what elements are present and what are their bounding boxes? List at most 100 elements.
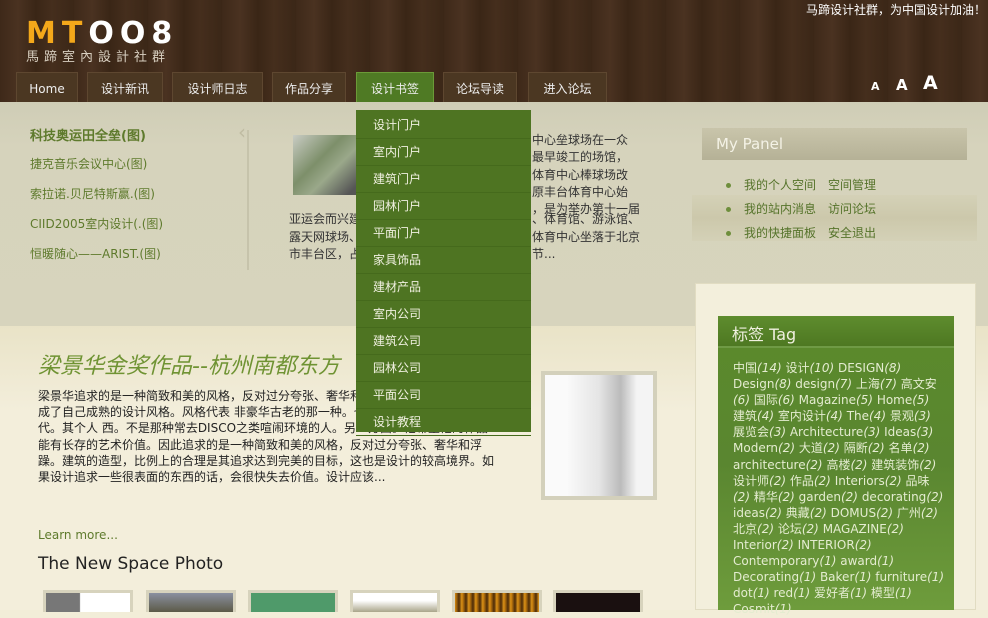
font-size-medium[interactable]: A [896,76,908,94]
tag-link[interactable]: 中国(14) [733,361,782,375]
tag-link[interactable]: garden(2) [799,490,858,504]
tag-link[interactable]: 精华(2) [754,490,795,504]
tag-link[interactable]: design(7) [795,377,852,391]
featured-link[interactable]: 科技奥运田全垒(图) [30,125,146,144]
learn-more-link[interactable]: Learn more... [38,528,118,542]
photo-thumb[interactable] [248,590,338,612]
featured-image[interactable] [293,135,360,195]
nav-works[interactable]: 作品分享 [272,72,346,102]
tag-link[interactable]: 爱好者(1) [814,586,867,600]
panel-link[interactable]: 空间管理 [828,178,876,192]
tag-count: (2) [757,521,775,536]
dropdown-item[interactable]: 建筑门户 [356,166,531,193]
tag-link[interactable]: 论坛(2) [778,522,819,536]
tag-link[interactable]: 室内设计(4) [778,409,843,423]
dropdown-item[interactable]: 设计门户 [356,112,531,139]
tag-link[interactable]: Design(8) [733,377,791,391]
tag-link[interactable]: 模型(1) [871,586,912,600]
logo-subtitle: 馬蹄室內設計社群 [26,50,171,65]
photo-thumb[interactable] [452,590,542,612]
tag-name: design [795,377,836,392]
tag-link[interactable]: Interior(2) [733,538,794,552]
tag-link[interactable]: Interiors(2) [835,474,902,488]
featured-link[interactable]: 索拉诺.贝尼特斯赢.(图) [30,185,155,202]
featured-link[interactable]: CIID2005室内设计(.(图) [30,215,163,232]
photo-thumb[interactable] [146,590,236,612]
nav-forum-guide[interactable]: 论坛导读 [443,72,517,102]
dropdown-item[interactable]: 室内公司 [356,301,531,328]
tag-link[interactable]: Magazine(5) [799,393,873,407]
tag-link[interactable]: 设计(10) [785,361,834,375]
panel-link[interactable]: 安全退出 [828,226,876,240]
dropdown-item[interactable]: 建材产品 [356,274,531,301]
tag-link[interactable]: Ideas(3) [884,425,933,439]
dropdown-item[interactable]: 园林公司 [356,355,531,382]
nav-home[interactable]: Home [16,72,78,102]
tag-link[interactable]: DOMUS(2) [831,506,893,520]
article-title[interactable]: 梁景华金奖作品--杭州南都东方 [38,348,340,380]
tag-link[interactable]: 名单(2) [889,441,930,455]
tag-link[interactable]: decorating(2) [862,490,944,504]
tag-count: (3) [863,425,881,440]
featured-link[interactable]: 捷克音乐会议中心(图) [30,155,147,172]
photo-thumb[interactable] [350,590,440,612]
panel-link[interactable]: 我的快捷面板 [744,226,816,240]
font-size-large[interactable]: A [923,72,938,94]
tag-link[interactable]: Contemporary(1) [733,554,836,568]
tag-link[interactable]: dot(1) [733,586,770,600]
tag-link[interactable]: MAGAZINE(2) [823,522,904,536]
tag-link[interactable]: INTERIOR(2) [798,538,872,552]
tag-link[interactable]: 广州(2) [897,506,938,520]
tag-link[interactable]: 作品(2) [790,474,831,488]
tag-count: (7) [835,377,853,392]
nav-design-news[interactable]: 设计新讯 [87,72,163,102]
dropdown-item[interactable]: 平面门户 [356,220,531,247]
photo-thumb[interactable] [43,590,133,612]
panel-link[interactable]: 我的站内消息 [744,202,816,216]
tag-link[interactable]: 大道(2) [799,441,840,455]
tag-link[interactable]: 高楼(2) [826,458,867,472]
tag-link[interactable]: ideas(2) [733,506,782,520]
tag-link[interactable]: 建筑(4) [733,409,774,423]
chevron-left-icon[interactable]: ‹ [238,120,246,144]
tag-link[interactable]: 设计师(2) [733,474,786,488]
tag-link[interactable]: 展览会(3) [733,425,786,439]
tag-link[interactable]: DESIGN(8) [838,361,901,375]
tag-link[interactable]: Baker(1) [820,570,871,584]
nav-designer-blog[interactable]: 设计师日志 [172,72,263,102]
photo-thumb[interactable] [553,590,643,612]
tag-link[interactable]: Architecture(3) [790,425,880,439]
dropdown-item[interactable]: 园林门户 [356,193,531,220]
tag-link[interactable]: 隔断(2) [844,441,885,455]
tag-link[interactable]: 建筑装饰(2) [871,458,936,472]
panel-link[interactable]: 访问论坛 [828,202,876,216]
tag-link[interactable]: 典藏(2) [786,506,827,520]
dropdown-item[interactable]: 设计教程 [356,409,531,436]
tag-link[interactable]: 国际(6) [754,393,795,407]
tag-link[interactable]: furniture(1) [875,570,944,584]
dropdown-item[interactable]: 家具饰品 [356,247,531,274]
dropdown-item[interactable]: 室内门户 [356,139,531,166]
tag-name: INTERIOR [797,538,855,553]
tag-link[interactable]: red(1) [774,586,811,600]
tag-count: (2) [920,505,938,520]
tag-link[interactable]: The(4) [847,409,886,423]
tag-link[interactable]: Modern(2) [733,441,795,455]
tag-link[interactable]: Home(5) [877,393,929,407]
tag-link[interactable]: award(1) [840,554,894,568]
font-size-small[interactable]: A [871,80,880,93]
tag-link[interactable]: 景观(3) [890,409,931,423]
panel-link[interactable]: 我的个人空间 [744,178,816,192]
tag-link[interactable]: 北京(2) [733,522,774,536]
tag-name: 高楼 [826,457,851,472]
dropdown-item[interactable]: 平面公司 [356,382,531,409]
tag-link[interactable]: architecture(2) [733,458,823,472]
dropdown-item[interactable]: 建筑公司 [356,328,531,355]
nav-enter-forum[interactable]: 进入论坛 [528,72,607,102]
tag-link[interactable]: Cosmit(1) [733,602,792,616]
tag-name: Baker [819,570,855,585]
tag-link[interactable]: 上海(7) [856,377,897,391]
tag-link[interactable]: Decorating(1) [733,570,816,584]
designer-portrait[interactable] [541,371,657,500]
featured-link[interactable]: 恒暖随心——ARIST.(图) [30,245,161,262]
